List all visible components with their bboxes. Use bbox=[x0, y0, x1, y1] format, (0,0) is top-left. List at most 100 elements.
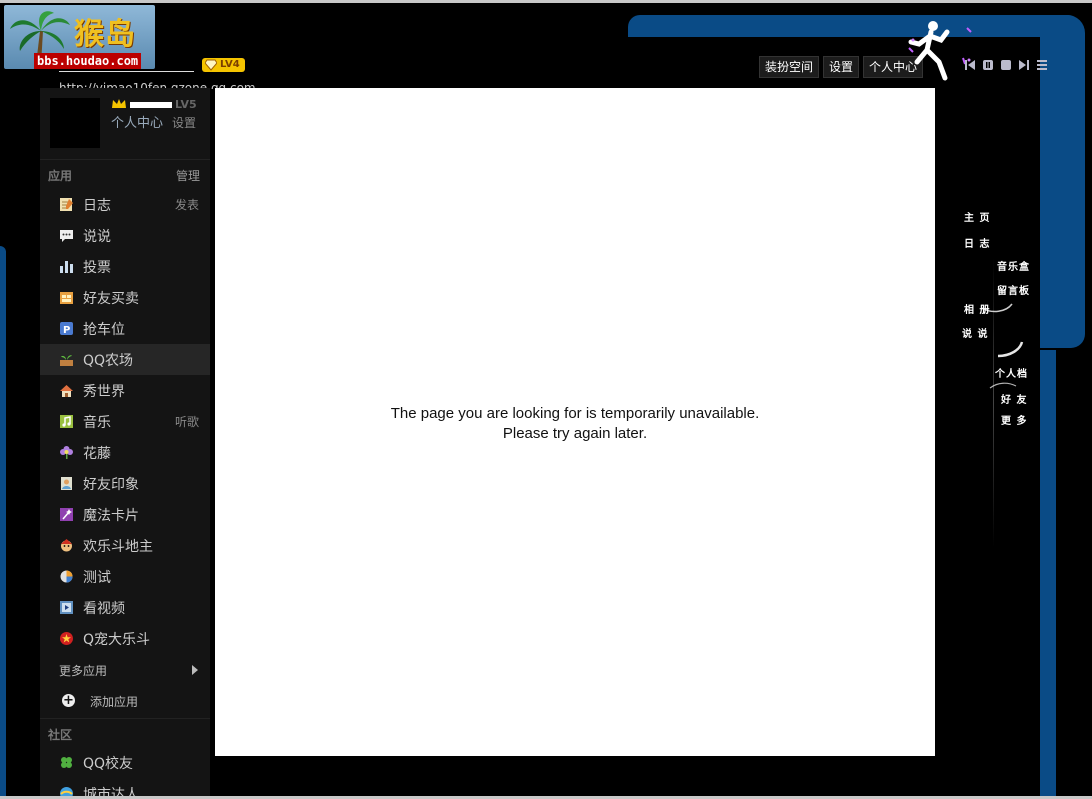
manage-apps-link[interactable]: 管理 bbox=[176, 167, 200, 184]
diary-icon bbox=[60, 198, 73, 211]
main-content-frame: The page you are looking for is temporar… bbox=[215, 88, 935, 756]
app-item-landlord[interactable]: 欢乐斗地主 bbox=[40, 530, 210, 561]
left-sidebar: LV5 个人中心 设置 应用 管理 日志 发表 说说 投票 好友买卖 P 抢车位… bbox=[40, 88, 210, 799]
trade-icon bbox=[60, 292, 73, 304]
sidebar-personal-center-link[interactable]: 个人中心 bbox=[111, 112, 163, 131]
music-player-controls bbox=[964, 59, 1048, 71]
app-item-qq-alumni[interactable]: QQ校友 bbox=[40, 747, 210, 778]
add-app-label: 添加应用 bbox=[90, 695, 139, 709]
app-item-label: Q宠大乐斗 bbox=[83, 631, 151, 648]
chevron-right-icon bbox=[192, 665, 198, 675]
app-item-show-world[interactable]: 秀世界 bbox=[40, 375, 210, 406]
app-item-label: 说说 bbox=[83, 228, 111, 245]
pause-icon[interactable] bbox=[982, 59, 994, 71]
app-item-parking[interactable]: P 抢车位 bbox=[40, 313, 210, 344]
apps-section-header: 应用 管理 bbox=[40, 161, 210, 189]
divider bbox=[40, 159, 210, 160]
next-icon[interactable] bbox=[1018, 59, 1030, 71]
logo-url: bbs.houdao.com bbox=[34, 53, 142, 69]
avatar[interactable] bbox=[50, 98, 100, 148]
error-message: The page you are looking for is temporar… bbox=[215, 404, 935, 444]
listen-music-link[interactable]: 听歌 bbox=[175, 413, 199, 430]
pet-fight-icon bbox=[60, 632, 73, 645]
app-item-label: 魔法卡片 bbox=[83, 507, 139, 524]
nav-profile-link[interactable]: 个人档 bbox=[995, 365, 1028, 380]
divider bbox=[40, 718, 210, 719]
frame-right-lower-bar bbox=[1040, 350, 1056, 796]
owner-level-badge[interactable]: LV4 bbox=[202, 58, 245, 72]
clover-icon bbox=[61, 757, 72, 768]
landlord-icon bbox=[61, 539, 72, 552]
app-item-label: 秀世界 bbox=[83, 383, 125, 400]
music-icon bbox=[60, 415, 73, 428]
app-item-vote[interactable]: 投票 bbox=[40, 251, 210, 282]
app-list: 日志 发表 说说 投票 好友买卖 P 抢车位 QQ农场 秀世界 音乐 听歌 花藤… bbox=[40, 189, 210, 654]
stop-icon[interactable] bbox=[1000, 59, 1012, 71]
flower-icon bbox=[60, 446, 73, 459]
app-item-friend-impression[interactable]: 好友印象 bbox=[40, 468, 210, 499]
pie-chart-icon bbox=[60, 570, 73, 583]
social-section-title: 社区 bbox=[48, 728, 73, 742]
app-item-label: 看视频 bbox=[83, 600, 125, 617]
settings-button[interactable]: 设置 bbox=[823, 56, 860, 78]
app-item-label: 好友买卖 bbox=[83, 290, 139, 307]
speech-bubble-icon bbox=[60, 230, 73, 242]
svg-text:P: P bbox=[63, 325, 70, 336]
top-border bbox=[0, 0, 1092, 3]
frame-left-edge bbox=[0, 246, 6, 796]
farm-icon bbox=[60, 355, 73, 366]
qzone-page: 猴岛 bbs.houdao.com LV4 http://yimao10fen.… bbox=[0, 0, 1092, 799]
app-item-pet-fight[interactable]: Q宠大乐斗 bbox=[40, 623, 210, 654]
owner-level-text: LV4 bbox=[220, 59, 240, 70]
prev-icon[interactable] bbox=[964, 59, 976, 71]
more-apps-label: 更多应用 bbox=[59, 664, 108, 678]
app-item-magic-card[interactable]: 魔法卡片 bbox=[40, 499, 210, 530]
app-item-friend-trade[interactable]: 好友买卖 bbox=[40, 282, 210, 313]
menu-icon[interactable] bbox=[1036, 59, 1048, 71]
nav-blog-link[interactable]: 日 志 bbox=[964, 235, 990, 250]
app-item-qq-farm[interactable]: QQ农场 bbox=[40, 344, 210, 375]
nav-home-link[interactable]: 主 页 bbox=[964, 209, 990, 224]
frame-top-bar bbox=[628, 15, 1080, 37]
app-item-diary[interactable]: 日志 发表 bbox=[40, 189, 210, 220]
running-man-icon bbox=[908, 21, 972, 81]
nav-more-link[interactable]: 更 多 bbox=[1001, 412, 1027, 427]
nav-guestbook-link[interactable]: 留言板 bbox=[997, 282, 1030, 297]
level-progress-bar bbox=[130, 102, 172, 108]
app-item-label: 抢车位 bbox=[83, 321, 125, 338]
owner-name-underline bbox=[59, 71, 194, 72]
app-item-label: 投票 bbox=[83, 259, 111, 276]
nav-friends-link[interactable]: 好 友 bbox=[1001, 391, 1027, 406]
logo-site-name: 猴岛 bbox=[74, 17, 136, 52]
app-item-flower-vine[interactable]: 花藤 bbox=[40, 437, 210, 468]
app-item-label: 日志 bbox=[83, 197, 111, 214]
app-item-music[interactable]: 音乐 听歌 bbox=[40, 406, 210, 437]
plus-icon: + bbox=[62, 693, 75, 708]
house-icon bbox=[60, 385, 73, 397]
nav-album-link[interactable]: 相 册 bbox=[964, 301, 990, 316]
nav-music-box-link[interactable]: 音乐盒 bbox=[997, 258, 1030, 273]
error-line-1: The page you are looking for is temporar… bbox=[390, 405, 760, 422]
app-item-talk[interactable]: 说说 bbox=[40, 220, 210, 251]
app-item-video[interactable]: 看视频 bbox=[40, 592, 210, 623]
add-app-button[interactable]: + 添加应用 bbox=[40, 686, 210, 717]
swoosh-decoration bbox=[997, 341, 1024, 358]
app-item-label: QQ农场 bbox=[83, 352, 134, 369]
app-item-quiz[interactable]: 测试 bbox=[40, 561, 210, 592]
user-level: LV5 bbox=[175, 98, 197, 111]
social-list: QQ校友 城市达人 bbox=[40, 747, 210, 799]
sidebar-settings-link[interactable]: 设置 bbox=[172, 114, 196, 131]
more-apps-button[interactable]: 更多应用 bbox=[40, 655, 210, 686]
app-item-label: 好友印象 bbox=[83, 476, 139, 493]
diamond-icon bbox=[205, 59, 217, 71]
parking-icon: P bbox=[60, 322, 73, 336]
apps-section-title: 应用 bbox=[48, 169, 73, 183]
app-item-label: 欢乐斗地主 bbox=[83, 538, 153, 555]
site-watermark-logo: 猴岛 bbs.houdao.com bbox=[4, 5, 155, 69]
dress-up-button[interactable]: 装扮空间 bbox=[759, 56, 820, 78]
impression-icon bbox=[61, 477, 72, 490]
post-diary-link[interactable]: 发表 bbox=[175, 196, 199, 213]
magic-card-icon bbox=[60, 508, 73, 521]
app-item-label: 音乐 bbox=[83, 414, 111, 431]
nav-talk-link[interactable]: 说 说 bbox=[962, 325, 988, 340]
